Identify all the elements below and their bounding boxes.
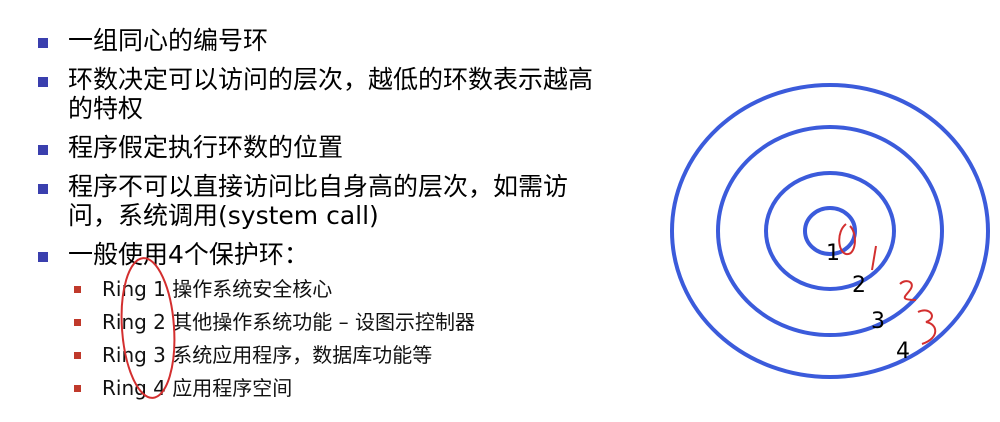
bullet-text: 一般使用4个保护环： [68, 240, 309, 269]
sub-bullet-list: Ring 1 操作系统安全核心 Ring 2 其他操作系统功能 – 设图示控制器… [68, 277, 616, 400]
bullet-text: 程序假定执行环数的位置 [68, 133, 344, 162]
sub-bullet-item: Ring 3 系统应用程序，数据库功能等 [68, 343, 616, 367]
ring-2-circle [764, 171, 896, 291]
ring-label-2: 2 [852, 273, 866, 298]
bullet-marker-icon [38, 184, 48, 194]
sub-bullet-text: Ring 3 系统应用程序，数据库功能等 [102, 343, 433, 367]
protection-rings-diagram: 1 2 3 4 [670, 83, 990, 379]
sub-bullet-item: Ring 2 其他操作系统功能 – 设图示控制器 [68, 310, 616, 334]
bullet-marker-icon [38, 38, 48, 48]
bullet-item: 程序假定执行环数的位置 [36, 133, 616, 162]
bullet-item: 一般使用4个保护环： Ring 1 操作系统安全核心 Ring 2 其他操作系统… [36, 240, 616, 400]
bullet-marker-icon [38, 145, 48, 155]
sub-bullet-text: Ring 2 其他操作系统功能 – 设图示控制器 [102, 310, 475, 334]
bullet-text: 环数决定可以访问的层次，越低的环数表示越高的特权 [68, 65, 594, 123]
sub-bullet-marker-icon [74, 385, 81, 392]
bullet-marker-icon [38, 252, 48, 262]
bullet-text: 程序不可以直接访问比自身高的层次，如需访问，系统调用(system call) [68, 172, 569, 230]
bullet-item: 一组同心的编号环 [36, 26, 616, 55]
slide: 一组同心的编号环 环数决定可以访问的层次，越低的环数表示越高的特权 程序假定执行… [0, 0, 1000, 422]
bullet-list: 一组同心的编号环 环数决定可以访问的层次，越低的环数表示越高的特权 程序假定执行… [36, 26, 616, 410]
ring-label-3: 3 [871, 309, 885, 334]
ring-label-4: 4 [896, 339, 910, 364]
ring-label-1: 1 [826, 241, 840, 266]
sub-bullet-text: Ring 4 应用程序空间 [102, 376, 293, 400]
ring-3-circle [716, 125, 944, 337]
bullet-item: 环数决定可以访问的层次，越低的环数表示越高的特权 [36, 65, 616, 123]
sub-bullet-marker-icon [74, 286, 81, 293]
bullet-marker-icon [38, 77, 48, 87]
bullet-text: 一组同心的编号环 [68, 26, 269, 55]
bullet-item: 程序不可以直接访问比自身高的层次，如需访问，系统调用(system call) [36, 172, 616, 230]
sub-bullet-text: Ring 1 操作系统安全核心 [102, 277, 333, 301]
sub-bullet-item: Ring 1 操作系统安全核心 [68, 277, 616, 301]
sub-bullet-marker-icon [74, 319, 81, 326]
sub-bullet-item: Ring 4 应用程序空间 [68, 376, 616, 400]
sub-bullet-marker-icon [74, 352, 81, 359]
